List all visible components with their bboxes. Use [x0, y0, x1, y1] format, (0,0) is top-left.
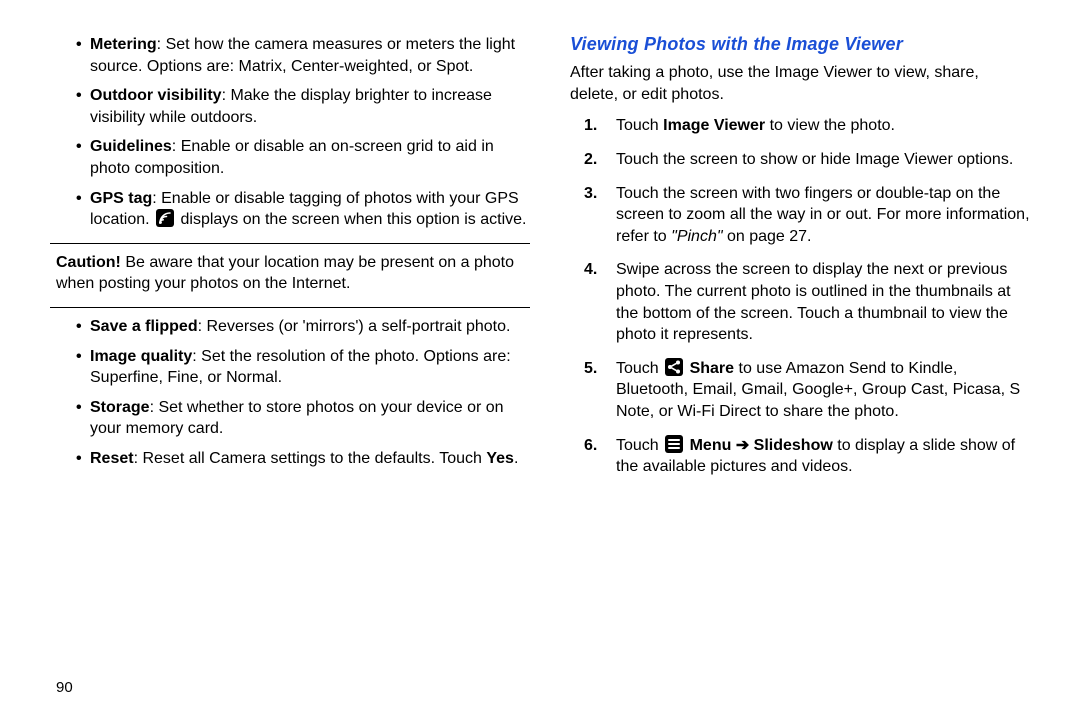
gps-signal-icon [156, 209, 174, 227]
term: Guidelines [90, 138, 172, 155]
step-6: 6.Touch Menu ➔ Slideshow to display a sl… [616, 435, 1030, 478]
settings-bullets-top: Metering: Set how the camera measures or… [50, 34, 530, 231]
italic: "Pinch" [671, 228, 722, 245]
yes-label: Yes [486, 450, 514, 467]
bold: Image Viewer [663, 117, 765, 134]
manual-page: Metering: Set how the camera measures or… [0, 0, 1080, 720]
section-heading: Viewing Photos with the Image Viewer [570, 32, 1030, 56]
step-number: 5. [584, 358, 597, 380]
arrow-icon: ➔ [736, 437, 749, 454]
intro-text: After taking a photo, use the Image View… [570, 62, 1030, 105]
step-5: 5.Touch Share to use Amazon Send to Kind… [616, 358, 1030, 423]
step-number: 3. [584, 183, 597, 205]
caution-label: Caution! [56, 254, 121, 271]
desc-pre: : Reset all Camera settings to the defau… [134, 450, 487, 467]
term: Metering [90, 36, 157, 53]
divider-bottom [50, 307, 530, 308]
term: Storage [90, 399, 150, 416]
t: Touch the screen to show or hide Image V… [616, 151, 1013, 168]
menu-icon [665, 435, 683, 453]
step-3: 3.Touch the screen with two fingers or d… [616, 183, 1030, 248]
t: Touch [616, 437, 663, 454]
bullet-guidelines: Guidelines: Enable or disable an on-scre… [90, 136, 530, 179]
t: on page 27. [723, 228, 812, 245]
caution-block: Caution! Be aware that your location may… [56, 252, 524, 295]
desc-post: . [514, 450, 518, 467]
step-number: 4. [584, 259, 597, 281]
page-number: 90 [56, 679, 73, 696]
t: Touch [616, 360, 663, 377]
desc: : Set whether to store photos on your de… [90, 399, 504, 438]
caution-text: Be aware that your location may be prese… [56, 254, 514, 293]
step-4: 4.Swipe across the screen to display the… [616, 259, 1030, 345]
desc-post: displays on the screen when this option … [176, 211, 526, 228]
t: Touch [616, 117, 663, 134]
step-number: 1. [584, 115, 597, 137]
divider-top [50, 243, 530, 244]
bullet-reset: Reset: Reset all Camera settings to the … [90, 448, 530, 470]
settings-bullets-bottom: Save a flipped: Reverses (or 'mirrors') … [50, 316, 530, 470]
term: Image quality [90, 348, 192, 365]
term: Reset [90, 450, 134, 467]
steps-list: 1.Touch Image Viewer to view the photo. … [570, 115, 1030, 477]
t: to view the photo. [765, 117, 895, 134]
bullet-image-quality: Image quality: Set the resolution of the… [90, 346, 530, 389]
bullet-metering: Metering: Set how the camera measures or… [90, 34, 530, 77]
step-1: 1.Touch Image Viewer to view the photo. [616, 115, 1030, 137]
term: GPS tag [90, 190, 152, 207]
bullet-outdoor-visibility: Outdoor visibility: Make the display bri… [90, 85, 530, 128]
right-column: Viewing Photos with the Image Viewer Aft… [540, 32, 1030, 720]
step-number: 6. [584, 435, 597, 457]
desc: : Reverses (or 'mirrors') a self-portrai… [198, 318, 511, 335]
step-number: 2. [584, 149, 597, 171]
step-2: 2.Touch the screen to show or hide Image… [616, 149, 1030, 171]
share-icon [665, 358, 683, 376]
term: Outdoor visibility [90, 87, 222, 104]
bold: Menu [685, 437, 736, 454]
term: Save a flipped [90, 318, 198, 335]
bullet-storage: Storage: Set whether to store photos on … [90, 397, 530, 440]
left-column: Metering: Set how the camera measures or… [50, 32, 540, 720]
bold: Share [685, 360, 734, 377]
t: Swipe across the screen to display the n… [616, 261, 1011, 343]
bold: Slideshow [749, 437, 833, 454]
bullet-save-flipped: Save a flipped: Reverses (or 'mirrors') … [90, 316, 530, 338]
bullet-gps-tag: GPS tag: Enable or disable tagging of ph… [90, 188, 530, 231]
